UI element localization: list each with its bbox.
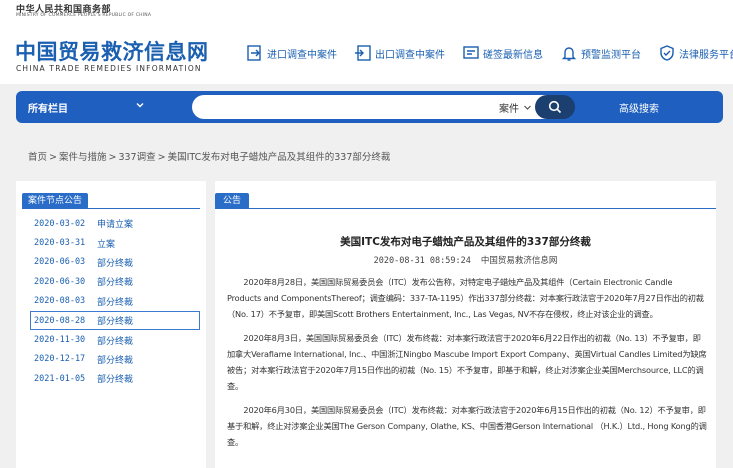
shield-icon bbox=[660, 45, 674, 61]
nav-warning-platform[interactable]: 预警监测平台 bbox=[560, 42, 641, 64]
consultation-icon bbox=[463, 46, 479, 59]
chevron-down-icon bbox=[524, 105, 531, 110]
search-button[interactable] bbox=[535, 95, 575, 119]
case-node-date: 2020-12-17 bbox=[34, 354, 86, 365]
site-logo-subtitle: CHINA TRADE REMEDIES INFORMATION bbox=[16, 64, 202, 73]
export-case-icon bbox=[355, 45, 371, 61]
top-nav: 进口调查中案件 出口调查中案件 磋签最新信息 预警监测平台 法律服务平台 bbox=[246, 42, 733, 64]
case-node-panel: 案件节点公告 2020-03-02 申请立案 2020-03-31 立案 2020-… bbox=[16, 181, 206, 468]
nav-export-cases-label: 出口调查中案件 bbox=[375, 49, 445, 61]
article-paragraph: 2020年6月30日，美国国际贸易委员会（ITC）发布终裁：对本案行政法官于20… bbox=[227, 405, 707, 447]
breadcrumb-home[interactable]: 首页 bbox=[28, 152, 47, 163]
search-bar: 所有栏目 案件 高级搜索 bbox=[16, 91, 723, 123]
case-node-item-active[interactable]: 2020-08-28 部分终裁 bbox=[30, 310, 200, 331]
case-node-item[interactable]: 2020-06-30 部分终裁 bbox=[30, 272, 200, 291]
case-node-label: 立案 bbox=[97, 239, 116, 250]
case-node-date: 2021-01-05 bbox=[34, 373, 86, 384]
nav-export-cases[interactable]: 出口调查中案件 bbox=[354, 42, 445, 64]
nav-warning-platform-label: 预警监测平台 bbox=[581, 49, 641, 61]
case-node-label: 部分终裁 bbox=[97, 297, 134, 308]
top-strip: 中华人民共和国商务部 MINISTRY OF COMMERCE PEOPLE'S… bbox=[0, 0, 733, 22]
nav-consultation-news[interactable]: 磋签最新信息 bbox=[462, 42, 543, 64]
advanced-search-link[interactable]: 高级搜索 bbox=[619, 100, 659, 115]
article-panel: 公告 美国ITC发布对电子蜡烛产品及其组件的337部分终裁 2020-08-31… bbox=[215, 181, 716, 468]
case-node-date: 2020-06-03 bbox=[34, 257, 86, 268]
nav-import-cases[interactable]: 进口调查中案件 bbox=[246, 42, 337, 64]
case-node-item[interactable]: 2020-08-03 部分终裁 bbox=[30, 292, 200, 311]
case-node-date: 2020-08-28 bbox=[34, 315, 86, 326]
article-paragraph: 2020年8月3日，美国国际贸易委员会（ITC）发布终裁：对本案行政法官于202… bbox=[227, 333, 707, 391]
case-node-label: 部分终裁 bbox=[97, 278, 134, 289]
case-node-tag: 案件节点公告 bbox=[22, 193, 89, 209]
nav-consultation-news-label: 磋签最新信息 bbox=[483, 49, 543, 61]
case-node-date: 2020-03-02 bbox=[34, 218, 86, 229]
import-case-icon bbox=[247, 45, 261, 61]
site-logo-title[interactable]: 中国贸易救济信息网 bbox=[15, 36, 209, 66]
case-node-item[interactable]: 2020-12-17 部分终裁 bbox=[30, 350, 200, 369]
case-node-date: 2020-08-03 bbox=[34, 296, 86, 307]
case-node-date: 2020-06-30 bbox=[34, 276, 86, 287]
article-body: 2020年8月28日，美国国际贸易委员会（ITC）发布公告称，对特定电子蜡烛产品… bbox=[227, 274, 707, 458]
case-node-label: 部分终裁 bbox=[97, 258, 134, 269]
article-meta: 2020-08-31 08:59:24 中国贸易救济信息网 bbox=[215, 254, 716, 266]
case-node-label: 部分终裁 bbox=[97, 355, 134, 366]
case-node-label: 部分终裁 bbox=[97, 375, 134, 386]
case-node-label: 申请立案 bbox=[97, 220, 134, 231]
breadcrumb-level1[interactable]: 案件与措施 bbox=[59, 152, 107, 163]
article-source: 中国贸易救济信息网 bbox=[480, 256, 558, 266]
case-node-item[interactable]: 2021-01-05 部分终裁 bbox=[30, 369, 200, 388]
case-node-label: 部分终裁 bbox=[97, 317, 134, 328]
case-node-item[interactable]: 2020-03-02 申请立案 bbox=[30, 214, 200, 233]
search-type-label: 案件 bbox=[499, 103, 519, 115]
search-icon bbox=[548, 100, 562, 114]
case-node-item[interactable]: 2020-11-30 部分终裁 bbox=[30, 330, 200, 349]
case-node-item[interactable]: 2020-03-31 立案 bbox=[30, 233, 200, 252]
case-node-list: 2020-03-02 申请立案 2020-03-31 立案 2020-06-03 部分… bbox=[30, 214, 200, 389]
breadcrumb: 首页 > 案件与措施 >337调查 > 美国ITC发布对电子蜡烛产品及其组件的337部分终… bbox=[28, 152, 391, 163]
nav-legal-platform-label: 法律服务平台 bbox=[679, 49, 733, 61]
breadcrumb-level2[interactable]: 337调查 bbox=[118, 152, 155, 163]
article-paragraph: 2020年8月28日，美国国际贸易委员会（ITC）发布公告称，对特定电子蜡烛产品… bbox=[227, 277, 704, 319]
category-select[interactable]: 所有栏目 bbox=[28, 100, 68, 115]
article-title: 美国ITC发布对电子蜡烛产品及其组件的337部分终裁 bbox=[340, 236, 591, 248]
case-node-date: 2020-03-31 bbox=[34, 238, 86, 249]
case-node-label: 部分终裁 bbox=[97, 336, 134, 347]
breadcrumb-current: 美国ITC发布对电子蜡烛产品及其组件的337部分终裁 bbox=[167, 152, 391, 163]
article-time: 2020-08-31 08:59:24 bbox=[373, 256, 471, 266]
nav-legal-platform[interactable]: 法律服务平台 bbox=[658, 42, 733, 64]
site-header: 中国贸易救济信息网 CHINA TRADE REMEDIES INFORMATI… bbox=[0, 22, 733, 84]
ministry-name-en: MINISTRY OF COMMERCE PEOPLE'S REPUBLIC O… bbox=[16, 13, 152, 18]
nav-import-cases-label: 进口调查中案件 bbox=[267, 49, 337, 61]
case-node-item[interactable]: 2020-06-03 部分终裁 bbox=[30, 253, 200, 272]
bell-icon bbox=[561, 47, 577, 61]
announcement-tag: 公告 bbox=[215, 193, 249, 209]
case-node-date: 2020-11-30 bbox=[34, 335, 86, 346]
chevron-down-icon[interactable] bbox=[134, 99, 146, 111]
